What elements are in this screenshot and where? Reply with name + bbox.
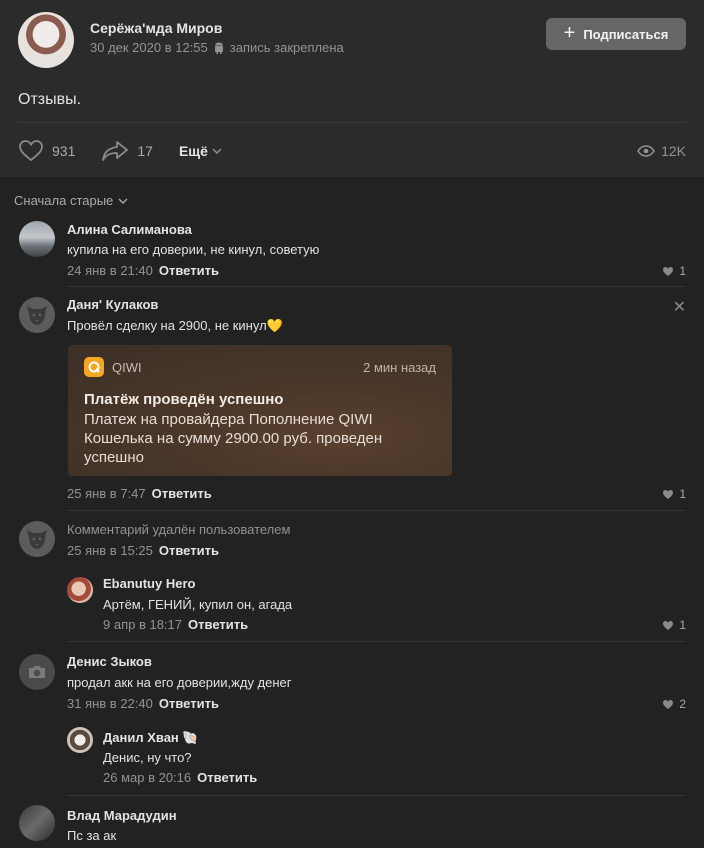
comment-like-count: 1: [679, 618, 686, 632]
share-count: 17: [137, 143, 153, 159]
reply-button[interactable]: Ответить: [197, 770, 257, 785]
more-button[interactable]: Ещё: [179, 143, 222, 159]
divider: [18, 122, 686, 123]
android-icon: [214, 42, 223, 54]
qiwi-time: 2 мин назад: [363, 359, 436, 375]
comment-like-count: 1: [679, 264, 686, 278]
comment-text: Артём, ГЕНИЙ, купил он, агада: [103, 597, 293, 612]
qiwi-title: Платёж проведён успешно: [84, 391, 284, 408]
comment-like-count: 2: [679, 697, 686, 711]
eye-icon: [637, 145, 655, 157]
subscribe-button[interactable]: + Подписаться: [546, 18, 686, 50]
comment-meta: 31 янв в 22:40 Ответить: [67, 696, 219, 711]
qiwi-app-name: QIWI: [112, 359, 142, 375]
comment-like-button[interactable]: 1: [662, 264, 686, 278]
comment-text: Пс за ак: [67, 828, 117, 843]
reply-button[interactable]: Ответить: [159, 543, 219, 558]
comment-like-button[interactable]: 2: [662, 697, 686, 711]
reply-button[interactable]: Ответить: [159, 263, 219, 278]
comments-sort-dropdown[interactable]: Сначала старые: [14, 193, 128, 208]
reply-button[interactable]: Ответить: [152, 486, 212, 501]
comment-text: купила на его доверии, не кинул, советую: [67, 242, 320, 257]
commenter-avatar[interactable]: [19, 521, 55, 557]
author-avatar[interactable]: [18, 12, 74, 68]
share-button[interactable]: 17: [101, 140, 153, 162]
post-date[interactable]: 30 дек 2020 в 12:55: [90, 40, 208, 55]
comment-like-button[interactable]: 1: [662, 618, 686, 632]
views-counter: 12K: [637, 143, 686, 159]
like-button[interactable]: 931: [18, 139, 75, 163]
commenter-avatar[interactable]: [19, 297, 55, 333]
comment-date[interactable]: 26 мар в 20:16: [103, 770, 191, 785]
heart-icon: [663, 266, 674, 276]
views-count: 12K: [661, 143, 686, 159]
share-icon: [102, 141, 129, 161]
chevron-down-icon: [118, 198, 128, 204]
pinned-label: запись закреплена: [229, 40, 344, 55]
comment-date[interactable]: 25 янв в 7:47: [67, 486, 146, 501]
comment-like-count: 1: [679, 487, 686, 501]
commenter-avatar[interactable]: [19, 805, 55, 841]
commenter-name[interactable]: Ebanutuy Hero: [103, 576, 195, 591]
like-count: 931: [52, 143, 76, 159]
heart-icon: [663, 489, 674, 499]
comment-meta: 25 янв в 15:25 Ответить: [67, 543, 219, 558]
commenter-name[interactable]: Даня' Кулаков: [67, 297, 158, 312]
subscribe-label: Подписаться: [583, 26, 669, 42]
chevron-down-icon: [212, 148, 222, 154]
comment-date[interactable]: 25 янв в 15:25: [67, 543, 153, 558]
dog-placeholder-icon: [27, 306, 47, 325]
comment-text: Денис, ну что?: [103, 750, 192, 765]
qiwi-logo-icon: [84, 357, 104, 377]
heart-icon: [663, 699, 674, 709]
plus-icon: +: [563, 22, 576, 44]
comment-meta: 9 апр в 18:17 Ответить: [103, 617, 248, 632]
comment-divider: [67, 510, 686, 511]
comment-date[interactable]: 31 янв в 22:40: [67, 696, 153, 711]
commenter-name[interactable]: Алина Салиманова: [67, 222, 192, 237]
qiwi-notification-header: QIWI 2 мин назад: [84, 357, 436, 377]
comment-date[interactable]: 9 апр в 18:17: [103, 617, 182, 632]
commenter-avatar[interactable]: [67, 577, 93, 603]
close-icon[interactable]: ✕: [673, 297, 686, 317]
more-label: Ещё: [178, 143, 208, 159]
sort-label: Сначала старые: [14, 193, 114, 208]
post-card: Серёжа'мда Миров 30 дек 2020 в 12:55 зап…: [0, 0, 704, 177]
commenter-avatar[interactable]: [67, 727, 93, 753]
commenter-name[interactable]: Данил Хван 🐚: [103, 730, 199, 746]
comment-divider: [67, 286, 686, 287]
comment-divider: [67, 795, 686, 796]
dog-placeholder-icon: [27, 530, 47, 549]
post-meta: 30 дек 2020 в 12:55 запись закреплена: [90, 40, 344, 55]
post-actions: 931 17 Ещё 12K: [18, 138, 686, 164]
deleted-comment-text: Комментарий удалён пользователем: [67, 522, 291, 537]
comment-divider: [67, 641, 686, 642]
comment-meta: 26 мар в 20:16 Ответить: [103, 770, 257, 785]
comment-meta: 25 янв в 7:47 Ответить: [67, 486, 212, 501]
post-author-name[interactable]: Серёжа'мда Миров: [90, 20, 222, 36]
heart-icon: [663, 620, 674, 630]
comment-like-button[interactable]: 1: [662, 487, 686, 501]
qiwi-body: Платеж на провайдера Пополнение QIWI Кош…: [84, 411, 383, 466]
commenter-name[interactable]: Денис Зыков: [67, 654, 152, 669]
camera-placeholder-icon: [29, 666, 45, 678]
reply-button[interactable]: Ответить: [159, 696, 219, 711]
commenter-avatar[interactable]: [19, 654, 55, 690]
qiwi-screenshot-attachment[interactable]: QIWI 2 мин назад Платёж проведён успешно…: [68, 345, 452, 476]
commenter-avatar[interactable]: [19, 221, 55, 257]
comment-text: продал акк на его доверии,жду денег: [67, 675, 292, 690]
comment-date[interactable]: 24 янв в 21:40: [67, 263, 153, 278]
post-text: Отзывы.: [18, 91, 82, 108]
comment-meta: 24 янв в 21:40 Ответить: [67, 263, 219, 278]
reply-button[interactable]: Ответить: [188, 617, 248, 632]
heart-icon: [19, 140, 43, 162]
commenter-name[interactable]: Влад Марадудин: [67, 808, 177, 823]
comment-text: Провёл сделку на 2900, не кинул💛: [67, 318, 283, 333]
